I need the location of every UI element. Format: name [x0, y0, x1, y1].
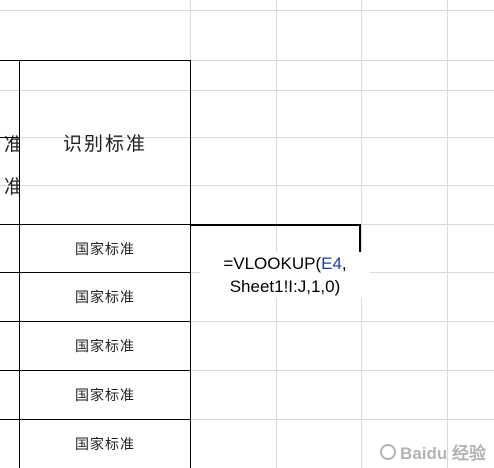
formula-line-1: =VLOOKUP(E4,	[200, 252, 370, 275]
header-cell-identification-standard[interactable]: 识别标准	[20, 61, 190, 224]
formula-editor[interactable]: =VLOOKUP(E4, Sheet1!I:J,1,0)	[200, 252, 370, 298]
formula-cell-reference: E4	[321, 254, 342, 273]
formula-line-2: Sheet1!I:J,1,0)	[229, 277, 341, 296]
table-row[interactable]: 国家标准	[20, 225, 190, 272]
table-row[interactable]: 国家标准	[20, 322, 190, 370]
table-row[interactable]: 国家标准	[20, 420, 190, 468]
table-row[interactable]: 国家标准	[20, 371, 190, 419]
spreadsheet-grid[interactable]: 准 准 识别标准 国家标准 国家标准 国家标准 国家标准 国家标准 =VLOOK…	[0, 0, 494, 468]
gridline	[447, 0, 448, 468]
formula-function: =VLOOKUP(	[223, 254, 322, 273]
table-row[interactable]: 国家标准	[20, 273, 190, 321]
gridline	[0, 10, 494, 11]
gridline	[361, 0, 362, 468]
left-column-cell-text: 准	[4, 176, 19, 196]
paw-logo-icon	[380, 443, 397, 460]
left-column-cell-text: 准	[4, 134, 19, 152]
watermark-text: Baidu 经验	[400, 444, 486, 463]
baidu-watermark: Baidu 经验	[380, 439, 486, 464]
formula-separator: ,	[341, 254, 347, 273]
